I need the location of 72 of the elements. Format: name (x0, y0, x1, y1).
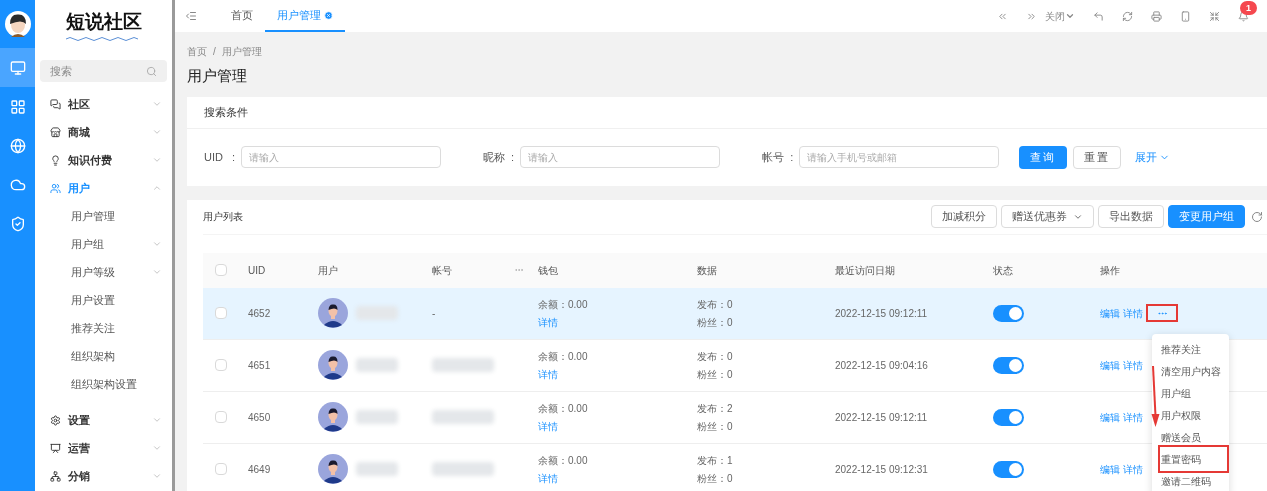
menu-option[interactable]: 用户权限 (1161, 404, 1226, 426)
fans-count: 粉丝：0 (697, 315, 734, 330)
logo-title: 短说社区 (65, 11, 142, 31)
reset-button[interactable]: 重置 (1073, 145, 1122, 169)
uid-cell-text: 4652 (248, 306, 272, 321)
menu-item[interactable]: 社区 (35, 90, 172, 118)
column-header: 数据 (697, 263, 717, 278)
menu-option[interactable]: 重置密码 (1161, 448, 1226, 470)
balance-text: 余额：0.00 (538, 297, 589, 312)
submenu-item[interactable]: 用户组 (35, 230, 172, 258)
uid-cell-text: 4651 (248, 358, 272, 373)
menu-item[interactable]: 设置 (35, 406, 172, 434)
tab[interactable]: 首页 (219, 0, 265, 32)
toolbar-button[interactable]: 赠送优惠券 (1001, 205, 1094, 228)
posts-count: 发布：0 (697, 349, 734, 364)
notification-badge: 1 (1240, 0, 1257, 15)
toolbar-button[interactable]: 导出数据 (1098, 205, 1164, 228)
posts-count: 发布：1 (697, 453, 734, 468)
balance-text: 余额：0.00 (538, 453, 589, 468)
colon: : (232, 149, 236, 165)
balance-text: 余额：0.00 (538, 401, 589, 416)
breadcrumb-item: 用户管理 (221, 45, 262, 59)
column-header: 最近访问日期 (835, 263, 895, 278)
toolbar-button[interactable]: 加减积分 (931, 205, 997, 228)
fans-count: 粉丝：0 (697, 471, 734, 486)
menu-item[interactable]: 商城 (35, 118, 172, 146)
column-header: 用户 (318, 263, 338, 278)
date-cell-text: 2022-12-15 09:12:11 (835, 410, 929, 425)
date-cell-text: 2022-12-15 09:12:11 (835, 306, 929, 321)
field-label: 昵称 (483, 149, 507, 165)
menu-item[interactable]: 运营 (35, 434, 172, 462)
menu-option[interactable]: 清空用户内容 (1161, 360, 1226, 382)
card-title: 用户列表 (203, 210, 244, 224)
submenu-item[interactable]: 用户等级 (35, 258, 172, 286)
uid-cell-text: 4650 (248, 410, 272, 425)
colon: : (790, 149, 794, 165)
menu-option[interactable]: 推荐关注 (1161, 338, 1226, 360)
submenu-item[interactable]: 组织架构设置 (35, 370, 172, 398)
submenu-item[interactable]: 组织架构 (35, 342, 172, 370)
uid-cell-text: 4649 (248, 462, 272, 477)
input-placeholder: 请输入手机号或邮箱 (807, 150, 898, 165)
column-header: UID (248, 263, 266, 278)
menu-option[interactable]: 邀请二维码 (1161, 470, 1226, 491)
close-menu[interactable]: 关闭 (1045, 8, 1075, 24)
colon: : (511, 149, 515, 165)
menu-option[interactable]: 用户组 (1161, 382, 1226, 404)
input-placeholder: 请输入 (528, 150, 559, 165)
menu-item[interactable]: 知识付费 (35, 146, 172, 174)
page-title: 用户管理 (187, 66, 248, 86)
balance-text: 余额：0.00 (538, 349, 589, 364)
breadcrumb-separator: / (213, 45, 216, 59)
date-cell-text: 2022-12-15 09:04:16 (835, 358, 929, 373)
search-placeholder: 搜索 (50, 63, 72, 79)
card-title: 搜索条件 (187, 96, 1267, 129)
field-label: UID (204, 149, 224, 165)
menu-item[interactable]: 分销 (35, 462, 172, 490)
account-cell: - (432, 307, 436, 319)
date-cell-text: 2022-12-15 09:12:31 (835, 462, 929, 477)
submenu-item[interactable]: 推荐关注 (35, 314, 172, 342)
column-header: 帐号 (432, 263, 452, 278)
fans-count: 粉丝：0 (697, 419, 734, 434)
fans-count: 粉丝：0 (697, 367, 734, 382)
input-placeholder: 请输入 (249, 150, 280, 165)
submenu-item[interactable]: 用户管理 (35, 202, 172, 230)
column-header: 状态 (993, 263, 1013, 278)
posts-count: 发布：0 (697, 297, 734, 312)
column-header: 操作 (1100, 263, 1120, 278)
submenu-item[interactable]: 用户设置 (35, 286, 172, 314)
posts-count: 发布：2 (697, 401, 734, 416)
column-header: 钱包 (538, 263, 558, 278)
field-label: 帐号 (762, 149, 786, 165)
menu-option[interactable]: 赠送会员 (1161, 426, 1226, 448)
